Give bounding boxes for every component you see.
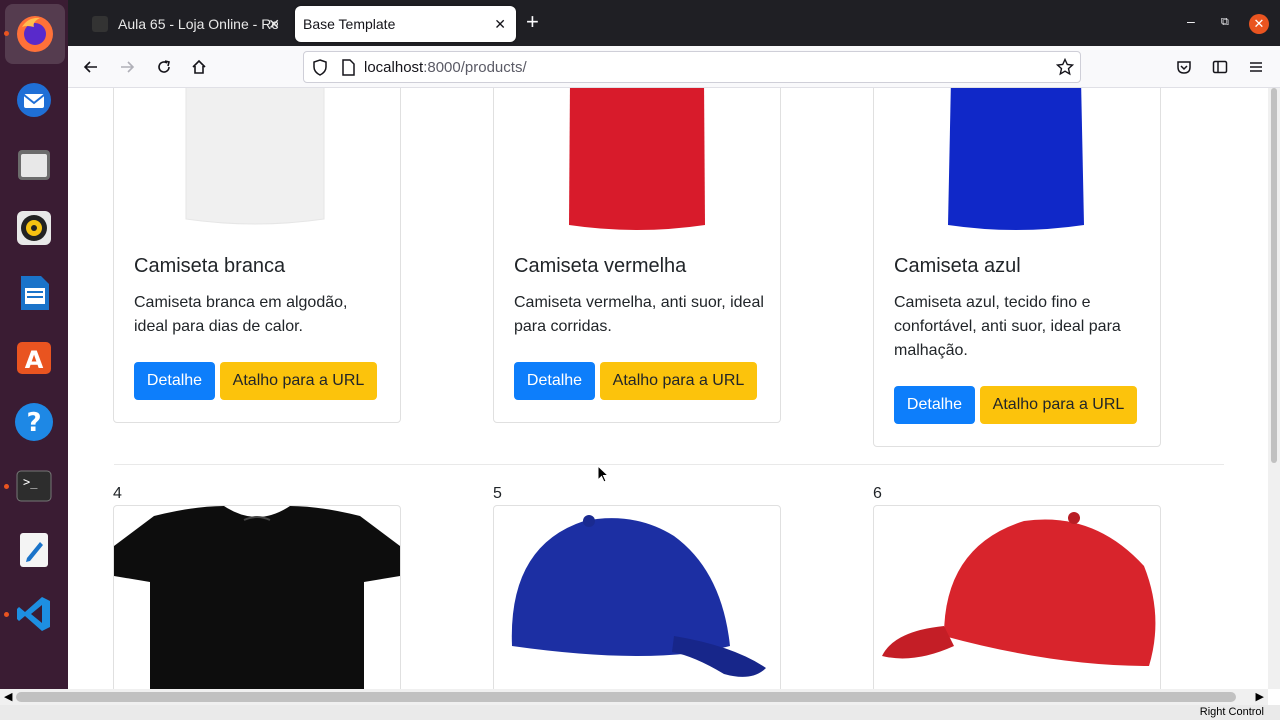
forward-icon[interactable] <box>116 56 138 78</box>
window-close-icon[interactable]: ✕ <box>1249 14 1269 34</box>
svg-text:A: A <box>25 346 44 374</box>
horizontal-scrollbar[interactable]: ◀ ▶ <box>0 689 1268 705</box>
page-icon[interactable] <box>341 59 355 81</box>
thunderbird-icon[interactable] <box>12 78 56 122</box>
tab-bar: Aula 65 - Loja Online - Re ✕ Base Templa… <box>68 0 1280 46</box>
product-number: 5 <box>493 485 502 502</box>
minimize-icon[interactable]: – <box>1187 13 1195 29</box>
product-description: Camiseta vermelha, anti suor, ideal para… <box>514 294 764 335</box>
rhythmbox-icon[interactable] <box>12 206 56 250</box>
tab-close-icon[interactable]: ✕ <box>268 16 280 33</box>
bookmark-star-icon[interactable] <box>1055 57 1075 81</box>
vm-status-bar: Right Control <box>0 705 1280 720</box>
red-cap-image <box>874 506 1160 689</box>
mouse-cursor-icon <box>597 464 610 488</box>
url-shortcut-button[interactable]: Atalho para a URL <box>980 386 1137 424</box>
tab-close-icon[interactable]: ✕ <box>494 16 506 33</box>
ubuntu-dock: A ? >_ <box>0 0 68 720</box>
scroll-left-icon[interactable]: ◀ <box>4 690 12 703</box>
tab-aula-65[interactable]: Aula 65 - Loja Online - Re ✕ <box>80 6 290 42</box>
horizontal-scroll-thumb[interactable] <box>16 692 1236 702</box>
page-content: Camiseta branca Camiseta branca em algod… <box>68 88 1268 689</box>
black-tshirt-image <box>114 506 400 689</box>
home-icon[interactable] <box>188 56 210 78</box>
product-image <box>874 88 1160 234</box>
back-icon[interactable] <box>80 56 102 78</box>
product-description: Camiseta branca em algodão, ideal para d… <box>134 294 348 335</box>
sidebar-icon[interactable] <box>1209 56 1231 78</box>
vertical-scrollbar[interactable] <box>1268 88 1280 689</box>
menu-icon[interactable] <box>1245 56 1267 78</box>
product-card <box>113 505 401 689</box>
row-divider <box>114 464 1224 465</box>
blue-cap-image <box>494 506 780 689</box>
tab-favicon-icon <box>92 16 108 32</box>
help-icon[interactable]: ? <box>12 400 56 444</box>
tab-title: Base Template <box>303 16 396 32</box>
url-bar[interactable]: localhost:8000/products/ <box>303 51 1081 83</box>
pocket-icon[interactable] <box>1173 56 1195 78</box>
host-key-label: Right Control <box>1199 706 1264 718</box>
svg-text:>_: >_ <box>23 475 38 489</box>
tab-base-template[interactable]: Base Template ✕ <box>295 6 516 42</box>
product-title: Camiseta branca <box>134 255 286 277</box>
url-shortcut-button[interactable]: Atalho para a URL <box>600 362 757 400</box>
new-tab-icon[interactable]: + <box>526 11 539 33</box>
product-image <box>494 88 780 234</box>
reload-icon[interactable] <box>153 56 175 78</box>
product-image <box>114 88 400 234</box>
detail-button[interactable]: Detalhe <box>514 362 595 400</box>
product-card: Camiseta vermelha Camiseta vermelha, ant… <box>493 88 781 423</box>
detail-button[interactable]: Detalhe <box>894 386 975 424</box>
product-description: Camiseta azul, tecido fino e confortável… <box>894 294 1121 359</box>
url-host: localhost <box>364 59 424 76</box>
maximize-icon[interactable]: ⧉ <box>1221 16 1229 29</box>
product-title: Camiseta azul <box>894 255 1021 277</box>
writer-icon[interactable] <box>12 271 56 315</box>
product-card <box>493 505 781 689</box>
navigation-toolbar: localhost:8000/products/ <box>68 46 1280 88</box>
svg-text:?: ? <box>26 408 41 438</box>
app-center-icon[interactable]: A <box>12 335 56 379</box>
product-card: Camiseta branca Camiseta branca em algod… <box>113 88 401 423</box>
files-icon[interactable] <box>12 142 56 186</box>
shield-icon[interactable] <box>312 59 328 81</box>
product-number: 6 <box>873 485 882 502</box>
firefox-icon[interactable] <box>5 4 65 64</box>
vscode-icon[interactable] <box>12 592 56 636</box>
detail-button[interactable]: Detalhe <box>134 362 215 400</box>
url-shortcut-button[interactable]: Atalho para a URL <box>220 362 377 400</box>
url-path: :8000/products/ <box>423 59 527 76</box>
tab-title: Aula 65 - Loja Online - Re <box>118 16 278 32</box>
url-text[interactable]: localhost:8000/products/ <box>364 59 527 76</box>
product-title: Camiseta vermelha <box>514 255 687 277</box>
terminal-icon[interactable]: >_ <box>12 464 56 508</box>
scroll-right-icon[interactable]: ▶ <box>1256 690 1264 703</box>
product-card: Camiseta azul Camiseta azul, tecido fino… <box>873 88 1161 447</box>
text-editor-icon[interactable] <box>12 528 56 572</box>
vertical-scroll-thumb[interactable] <box>1271 88 1277 463</box>
product-number: 4 <box>113 485 122 502</box>
product-card <box>873 505 1161 689</box>
